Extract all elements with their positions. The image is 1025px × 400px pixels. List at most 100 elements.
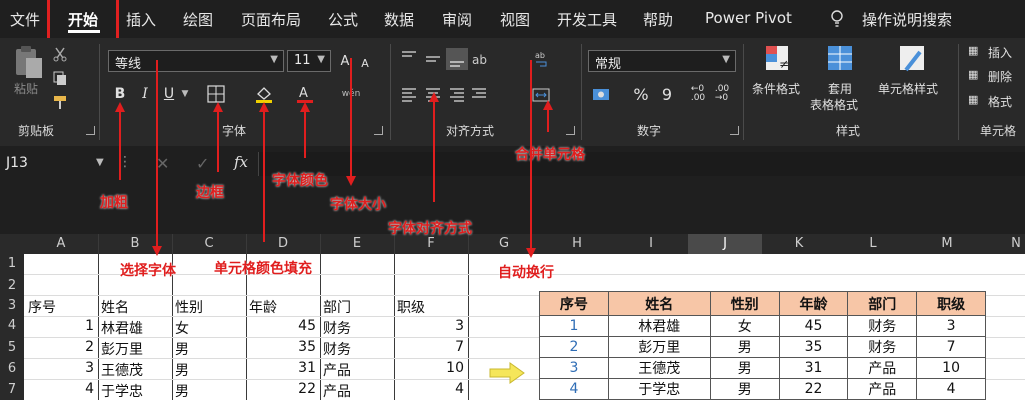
tab-help[interactable]: 帮助 (643, 9, 673, 30)
table-cell[interactable]: 王德茂 (101, 360, 143, 380)
chevron-down-icon[interactable]: ▼ (96, 157, 104, 168)
column-header-c[interactable]: C (172, 236, 246, 251)
table-cell[interactable]: 男 (709, 378, 780, 400)
row-header-4[interactable]: 4 (0, 318, 24, 333)
table-cell[interactable]: 22 (778, 378, 849, 400)
table-cell[interactable]: 4 (28, 381, 94, 397)
tab-draw[interactable]: 绘图 (183, 9, 213, 30)
tab-page-layout[interactable]: 页面布局 (241, 9, 301, 30)
header-cell[interactable]: 序号 (28, 297, 56, 317)
cancel-icon[interactable]: ✕ (156, 154, 169, 173)
table-cell[interactable]: 女 (175, 318, 189, 338)
paste-icon[interactable] (12, 44, 44, 80)
header-cell[interactable]: 部门 (847, 291, 918, 316)
delete-cells-icon[interactable]: ▦ (968, 68, 978, 81)
increase-decimal-icon[interactable]: ←0.00 (688, 84, 708, 104)
table-cell[interactable]: 财务 (323, 339, 351, 359)
row-header-2[interactable]: 2 (0, 278, 24, 293)
header-cell[interactable]: 年龄 (249, 297, 277, 317)
table-cell[interactable]: 产品 (847, 357, 918, 379)
table-cell[interactable]: 产品 (847, 378, 918, 400)
table-cell[interactable]: 男 (175, 381, 189, 400)
tab-formulas[interactable]: 公式 (328, 9, 358, 30)
format-cells-icon[interactable]: ▦ (968, 93, 978, 106)
table-cell[interactable]: 35 (249, 339, 316, 355)
enter-icon[interactable]: ✓ (196, 154, 209, 173)
header-cell[interactable]: 部门 (323, 297, 351, 317)
table-cell[interactable]: 1 (539, 315, 609, 337)
table-cell[interactable]: 35 (778, 336, 849, 358)
formula-input[interactable] (258, 152, 1025, 176)
header-cell[interactable]: 姓名 (101, 297, 129, 317)
column-header-e[interactable]: E (320, 236, 394, 251)
tab-power-pivot[interactable]: Power Pivot (705, 9, 792, 27)
table-cell[interactable]: 女 (709, 315, 780, 337)
column-header-m[interactable]: M (910, 236, 984, 251)
tab-file[interactable]: 文件 (10, 9, 40, 30)
column-header-i[interactable]: I (614, 236, 688, 251)
table-cell[interactable]: 男 (175, 360, 189, 380)
header-cell[interactable]: 姓名 (607, 291, 711, 316)
table-cell[interactable]: 4 (539, 378, 609, 400)
comma-button[interactable]: 9 (660, 84, 674, 104)
table-cell[interactable]: 彭万里 (101, 339, 143, 359)
number-format-select[interactable]: 常规 ▼ (588, 50, 736, 72)
table-cell[interactable]: 彭万里 (607, 336, 711, 358)
tab-developer[interactable]: 开发工具 (557, 9, 617, 30)
alignment-launcher-icon[interactable] (566, 126, 575, 135)
chevron-down-icon[interactable]: ▼ (180, 86, 190, 102)
table-cell[interactable]: 男 (175, 339, 189, 359)
vertical-align-icons[interactable]: ab (400, 48, 490, 70)
column-header-n[interactable]: N (1006, 236, 1025, 251)
table-cell[interactable]: 31 (249, 360, 316, 376)
font-size-select[interactable]: 11 ▼ (287, 50, 331, 72)
table-cell[interactable]: 1 (28, 318, 94, 334)
row-header-5[interactable]: 5 (0, 340, 24, 355)
cell-styles-icon[interactable] (898, 44, 928, 76)
cut-icon[interactable] (52, 46, 68, 62)
font-color-icon[interactable]: A (295, 84, 315, 104)
table-cell[interactable]: 4 (916, 378, 986, 400)
table-cell[interactable]: 男 (709, 336, 780, 358)
table-cell[interactable]: 2 (539, 336, 609, 358)
table-cell[interactable]: 王德茂 (607, 357, 711, 379)
percent-button[interactable]: % (632, 84, 650, 104)
underline-button[interactable]: U (160, 84, 178, 104)
table-cell[interactable]: 45 (249, 318, 316, 334)
table-cell[interactable]: 10 (916, 357, 986, 379)
tab-view[interactable]: 视图 (500, 9, 530, 30)
header-cell[interactable]: 性别 (709, 291, 780, 316)
table-cell[interactable]: 财务 (847, 315, 918, 337)
wrap-text-icon[interactable]: ab (534, 50, 550, 68)
column-header-a[interactable]: A (24, 236, 98, 251)
format-cells-button[interactable]: 格式 (988, 93, 1012, 110)
table-cell[interactable]: 45 (778, 315, 849, 337)
tell-me-search[interactable]: 操作说明搜索 (862, 9, 952, 30)
insert-cells-button[interactable]: 插入 (988, 44, 1012, 61)
header-cell[interactable]: 职级 (916, 291, 986, 316)
fill-color-icon[interactable] (254, 84, 274, 104)
column-header-k[interactable]: K (762, 236, 836, 251)
header-cell[interactable]: 性别 (175, 297, 203, 317)
number-launcher-icon[interactable] (730, 126, 739, 135)
copy-icon[interactable] (52, 70, 68, 86)
table-cell[interactable]: 男 (709, 357, 780, 379)
tab-review[interactable]: 审阅 (442, 9, 472, 30)
column-header-f[interactable]: F (394, 236, 468, 251)
row-header-6[interactable]: 6 (0, 361, 24, 376)
table-cell[interactable]: 3 (916, 315, 986, 337)
header-cell[interactable]: 序号 (539, 291, 609, 316)
borders-icon[interactable] (207, 85, 225, 103)
decrease-decimal-icon[interactable]: .00 →0 (712, 84, 732, 104)
format-as-table-icon[interactable] (826, 44, 856, 76)
table-cell[interactable]: 林君雄 (607, 315, 711, 337)
table-cell[interactable]: 财务 (847, 336, 918, 358)
decrease-font-icon[interactable]: A (358, 54, 372, 72)
header-cell[interactable]: 职级 (397, 297, 425, 317)
clipboard-launcher-icon[interactable] (86, 126, 95, 135)
table-cell[interactable]: 3 (397, 318, 464, 334)
column-header-j[interactable]: J (688, 236, 762, 251)
font-launcher-icon[interactable] (374, 126, 383, 135)
table-cell[interactable]: 3 (539, 357, 609, 379)
column-header-d[interactable]: D (246, 236, 320, 251)
